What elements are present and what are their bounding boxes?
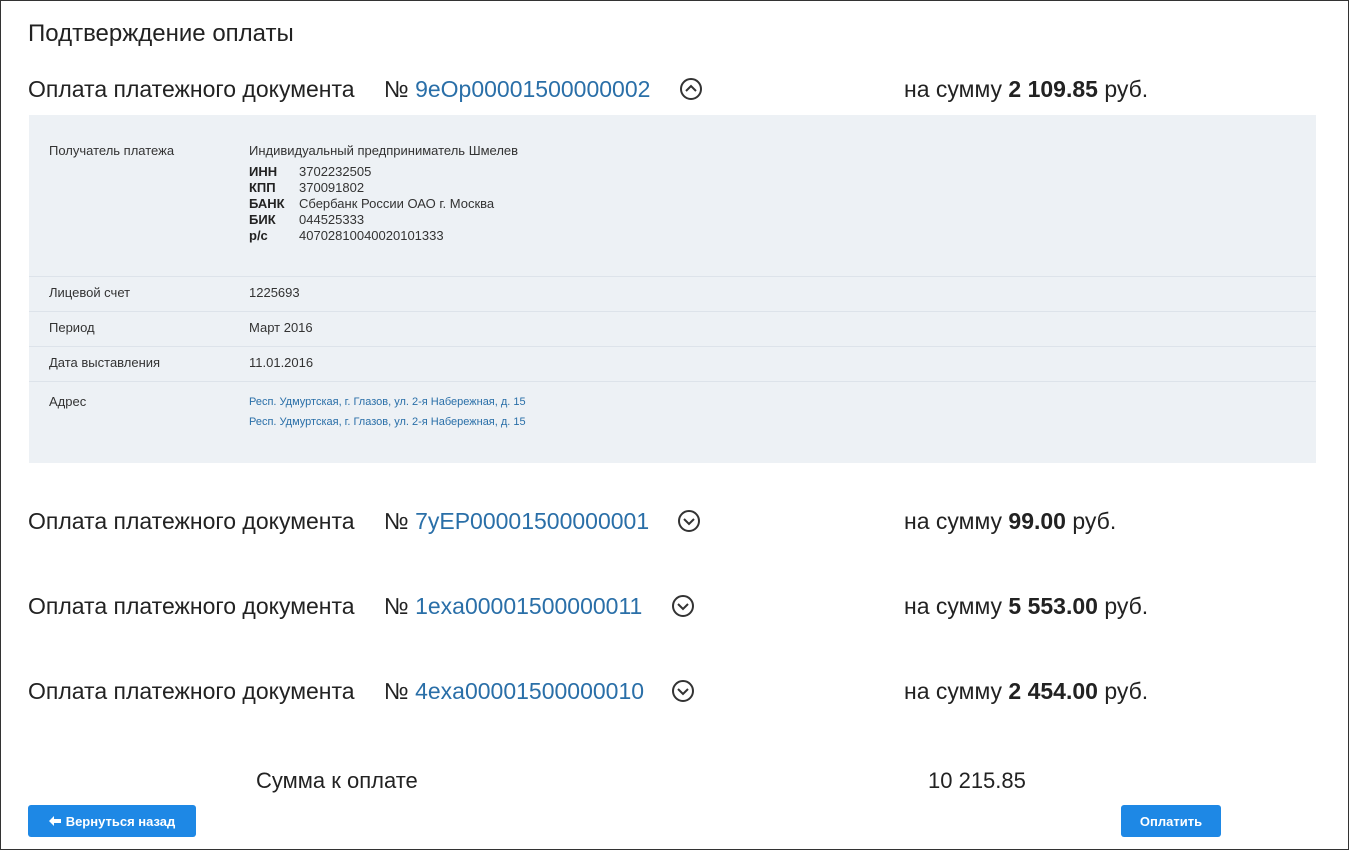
sum-prefix: на сумму (904, 508, 1003, 534)
back-button-label: Вернуться назад (65, 813, 176, 829)
sum-amount: 5 553.00 (1008, 593, 1098, 619)
number-sign: № (384, 76, 409, 102)
back-button[interactable]: Вернуться назад (28, 805, 196, 837)
total-value: 10 215.85 (928, 768, 1026, 793)
sum-prefix: на сумму (904, 593, 1003, 619)
number-sign: № (384, 508, 409, 534)
requisite-value: 370091802 (299, 180, 365, 195)
issue-date-label: Дата выставления (49, 355, 161, 370)
pay-button[interactable]: Оплатить (1121, 805, 1221, 837)
sum-prefix: на сумму (904, 678, 1003, 704)
requisite-value: 40702810040020101333 (299, 228, 444, 243)
requisite-key: р/с (249, 228, 268, 243)
total-label: Сумма к оплате (256, 768, 418, 793)
recipient-name-link[interactable]: Индивидуальный предприниматель Шмелев (249, 143, 518, 158)
pay-button-label: Оплатить (1139, 813, 1203, 829)
document-label: Оплата платежного документа (28, 593, 355, 619)
requisite-inn: ИНН 3702232505 (249, 164, 494, 180)
address-label: Адрес (49, 394, 87, 409)
number-sign: № (384, 593, 409, 619)
recipient-requisites: ИНН 3702232505 КПП 370091802 БАНК Сбербанк … (249, 164, 494, 244)
requisite-key: КПП (249, 180, 276, 195)
sum-currency: руб. (1104, 593, 1149, 619)
account-label: Лицевой счет (49, 285, 131, 300)
document-sum: на сумму 99.00 руб. (904, 508, 1116, 535)
requisite-value: 3702232505 (299, 164, 372, 179)
requisite-value: 044525333 (299, 212, 365, 227)
document-number-link[interactable]: № 9eOp00001500000002 (384, 76, 650, 103)
sum-currency: руб. (1072, 508, 1117, 534)
period-row: Период Март 2016 (29, 312, 1316, 347)
account-value: 1225693 (249, 285, 300, 300)
document-number[interactable]: 7yEP00001500000001 (415, 508, 649, 534)
number-sign: № (384, 678, 409, 704)
requisite-bik: БИК 044525333 (249, 212, 494, 228)
document-number[interactable]: 4exa00001500000010 (415, 678, 644, 704)
sum-currency: руб. (1104, 76, 1149, 102)
recipient-row: Получатель платежа Индивидуальный предпр… (29, 115, 1316, 277)
payment-document-row: Оплата платежного документа № 7yEP000015… (28, 508, 1318, 542)
sum-prefix: на сумму (904, 76, 1003, 102)
expand-chevron-down-icon[interactable] (672, 680, 694, 702)
address-values: Респ. Удмуртская, г. Глазов, ул. 2-я Наб… (249, 392, 526, 432)
period-label: Период (49, 320, 95, 335)
document-sum: на сумму 5 553.00 руб. (904, 593, 1148, 620)
issue-date-row: Дата выставления 11.01.2016 (29, 347, 1316, 382)
document-sum: на сумму 2 109.85 руб. (904, 76, 1148, 103)
address-link[interactable]: Респ. Удмуртская, г. Глазов, ул. 2-я Наб… (249, 412, 526, 432)
document-number-link[interactable]: № 7yEP00001500000001 (384, 508, 649, 535)
requisite-key: БАНК (249, 196, 285, 211)
page-title: Подтверждение оплаты (28, 20, 294, 47)
sum-currency: руб. (1104, 678, 1149, 704)
requisite-value: Сбербанк России ОАО г. Москва (299, 196, 495, 211)
document-label: Оплата платежного документа (28, 508, 355, 534)
document-number[interactable]: 9eOp00001500000002 (415, 76, 650, 102)
period-value: Март 2016 (249, 320, 313, 335)
address-row: Адрес Респ. Удмуртская, г. Глазов, ул. 2… (29, 382, 1316, 462)
expand-chevron-down-icon[interactable] (672, 595, 694, 617)
requisite-key: БИК (249, 212, 276, 227)
requisite-kpp: КПП 370091802 (249, 180, 494, 196)
collapse-chevron-up-icon[interactable] (680, 78, 702, 100)
document-number-link[interactable]: № 4exa00001500000010 (384, 678, 644, 705)
document-details-panel: Получатель платежа Индивидуальный предпр… (29, 115, 1316, 463)
expand-chevron-down-icon[interactable] (678, 510, 700, 532)
issue-date-value: 11.01.2016 (249, 355, 314, 370)
document-number[interactable]: 1exa00001500000011 (415, 593, 642, 619)
document-label: Оплата платежного документа (28, 678, 355, 704)
address-link[interactable]: Респ. Удмуртская, г. Глазов, ул. 2-я Наб… (249, 392, 526, 412)
payment-document-row: Оплата платежного документа № 1exa000015… (28, 593, 1318, 627)
arrow-left-icon (48, 814, 61, 829)
requisite-bank: БАНК Сбербанк России ОАО г. Москва (249, 196, 494, 212)
payment-document-row: Оплата платежного документа № 4exa000015… (28, 678, 1318, 712)
recipient-label: Получатель платежа (49, 143, 175, 158)
requisite-key: ИНН (249, 164, 278, 179)
requisite-account: р/с 40702810040020101333 (249, 228, 494, 244)
sum-amount: 99.00 (1008, 508, 1066, 534)
account-row: Лицевой счет 1225693 (29, 277, 1316, 312)
sum-amount: 2 109.85 (1008, 76, 1098, 102)
document-sum: на сумму 2 454.00 руб. (904, 678, 1148, 705)
document-number-link[interactable]: № 1exa00001500000011 (384, 593, 642, 620)
sum-amount: 2 454.00 (1008, 678, 1098, 704)
document-label: Оплата платежного документа (28, 76, 355, 102)
payment-document-row: Оплата платежного документа № 9eOp000015… (28, 76, 1318, 110)
